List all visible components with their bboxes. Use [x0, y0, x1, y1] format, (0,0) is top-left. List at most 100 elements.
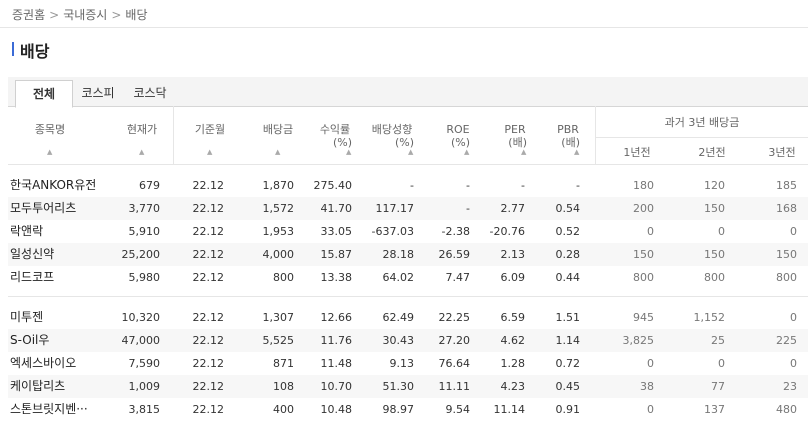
cell-p3: 0 — [790, 357, 797, 370]
table-row[interactable]: 한국ANKOR유전 679 22.12 1,870 275.40- - - -180 120 18… — [8, 174, 808, 197]
header-column-divider — [173, 106, 174, 164]
table-row[interactable]: 모두투어리츠 3,770 22.12 1,572 41.70 117.17-2.77 0.5… — [8, 197, 808, 220]
cell-price: 7,590 — [128, 357, 161, 370]
cell-pbr: 0.44 — [555, 271, 581, 284]
sort-arrow-icon[interactable]: ▲ — [47, 148, 52, 156]
cell-month: 22.12 — [192, 271, 225, 284]
table-row[interactable]: 엑세스바이오 7,590 22.12 871 11.48 9.13 76.64 1.28 0.7… — [8, 352, 808, 375]
cell-month: 22.12 — [192, 334, 225, 347]
cell-p1: 200 — [633, 202, 654, 215]
cell-p1: 0 — [647, 403, 654, 416]
cell-month: 22.12 — [192, 403, 225, 416]
header-past-group: 과거 3년 배당금 — [664, 116, 740, 129]
cell-p2: 0 — [718, 357, 725, 370]
sort-arrow-icon[interactable]: ▲ — [521, 148, 526, 156]
cell-pbr: 0.52 — [555, 225, 581, 238]
cell-p3: 168 — [776, 202, 797, 215]
cell-price: 5,980 — [128, 271, 161, 284]
cell-p3: 225 — [776, 334, 797, 347]
group-divider — [8, 296, 808, 297]
page-title: 배당 — [20, 42, 50, 61]
header-bottom-line — [8, 164, 808, 165]
cell-price: 47,000 — [121, 334, 161, 347]
cell-pbr: 0.54 — [555, 202, 581, 215]
sort-arrow-icon[interactable]: ▲ — [408, 148, 413, 156]
sort-arrow-icon[interactable]: ▲ — [574, 148, 579, 156]
cell-pbr: - — [576, 179, 580, 192]
breadcrumb-current: 배당 — [125, 8, 148, 22]
cell-month: 22.12 — [192, 357, 225, 370]
cell-pbr: 0.45 — [555, 380, 581, 393]
cell-p1: 945 — [633, 311, 654, 324]
cell-p2: 120 — [704, 179, 725, 192]
cell-month: 22.12 — [192, 311, 225, 324]
table-row[interactable]: 스톤브릿지벤··· 3,815 22.12 400 10.48 98.97 9.54 11.1… — [8, 398, 808, 421]
table-row[interactable]: 리드코프 5,980 22.12 800 13.38 64.02 7.47 6.09 0.44 8… — [8, 266, 808, 289]
table-row[interactable]: 일성신약 25,200 22.12 4,000 15.87 28.18 26.59 2.13 0… — [8, 243, 808, 266]
header-past-1: 1년전 — [623, 146, 651, 159]
cell-p3: 800 — [776, 271, 797, 284]
cell-p1: 0 — [647, 225, 654, 238]
sort-arrow-icon[interactable]: ▲ — [346, 148, 351, 156]
breadcrumb: 증권홈 > 국내증시 > 배당 — [12, 6, 148, 23]
cell-pbr: 0.72 — [555, 357, 581, 370]
cell-price: 679 — [139, 179, 160, 192]
breadcrumb-separator: > — [111, 8, 122, 22]
cell-yield: 13.38 — [320, 271, 353, 284]
cell-p3: 0 — [790, 311, 797, 324]
table-row[interactable]: 케이탑리츠 1,009 22.12 108 10.70 51.30 11.11 4.23 0.4… — [8, 375, 808, 398]
cell-yield: 15.87 — [320, 248, 353, 261]
cell-p3: 0 — [790, 225, 797, 238]
breadcrumb-separator: > — [49, 8, 60, 22]
breadcrumb-divider — [0, 27, 808, 28]
cell-month: 22.12 — [192, 380, 225, 393]
cell-yield: 10.48 — [320, 403, 353, 416]
sort-arrow-icon[interactable]: ▲ — [207, 148, 212, 156]
breadcrumb-domestic[interactable]: 국내증시 — [63, 8, 107, 22]
cell-pbr: 1.14 — [555, 334, 581, 347]
tab-kospi[interactable]: 코스피 — [76, 80, 120, 106]
table-row[interactable]: 미투젠 10,320 22.12 1,307 12.66 62.49 22.25 6.59 1.… — [8, 306, 808, 329]
cell-month: 22.12 — [192, 248, 225, 261]
header-past-3: 3년전 — [768, 146, 796, 159]
title-accent-bar — [12, 42, 14, 56]
cell-p2: 1,152 — [693, 311, 726, 324]
cell-p2: 800 — [704, 271, 725, 284]
breadcrumb-home[interactable]: 증권홈 — [12, 8, 45, 22]
cell-p1: 180 — [633, 179, 654, 192]
cell-month: 22.12 — [192, 202, 225, 215]
cell-pbr: 1.51 — [555, 311, 581, 324]
tab-kosdaq[interactable]: 코스닥 — [126, 80, 174, 106]
cell-p2: 137 — [704, 403, 725, 416]
table-row[interactable]: 락앤락 5,910 22.12 1,953 33.05 -637.03 -2.38 -20.7… — [8, 220, 808, 243]
cell-price: 3,770 — [128, 202, 161, 215]
cell-yield: 33.05 — [320, 225, 353, 238]
cell-p3: 23 — [783, 380, 797, 393]
cell-p1: 800 — [633, 271, 654, 284]
cell-price: 3,815 — [128, 403, 161, 416]
cell-p2: 25 — [711, 334, 725, 347]
sort-arrow-icon[interactable]: ▲ — [139, 148, 144, 156]
table-row[interactable]: S-Oil우 47,000 22.12 5,525 11.76 30.43 27.20 4.6… — [8, 329, 808, 352]
cell-yield: 10.70 — [320, 380, 353, 393]
cell-pbr: 0.28 — [555, 248, 581, 261]
sort-arrow-icon[interactable]: ▲ — [464, 148, 469, 156]
cell-yield: 11.48 — [320, 357, 353, 370]
cell-p2: 0 — [718, 225, 725, 238]
cell-p1: 0 — [647, 357, 654, 370]
cell-pbr: 0.91 — [555, 403, 581, 416]
cell-yield: 12.66 — [320, 311, 353, 324]
cell-p2: 150 — [704, 202, 725, 215]
cell-month: 22.12 — [192, 225, 225, 238]
cell-price: 1,009 — [128, 380, 161, 393]
cell-p3: 480 — [776, 403, 797, 416]
cell-yield: 41.70 — [320, 202, 353, 215]
cell-yield: 11.76 — [320, 334, 353, 347]
cell-p2: 150 — [704, 248, 725, 261]
cell-p1: 3,825 — [622, 334, 655, 347]
sort-arrow-icon[interactable]: ▲ — [275, 148, 280, 156]
cell-p2: 77 — [711, 380, 725, 393]
header-group-divider — [596, 137, 808, 138]
tab-all[interactable]: 전체 — [15, 80, 73, 108]
cell-p3: 185 — [776, 179, 797, 192]
